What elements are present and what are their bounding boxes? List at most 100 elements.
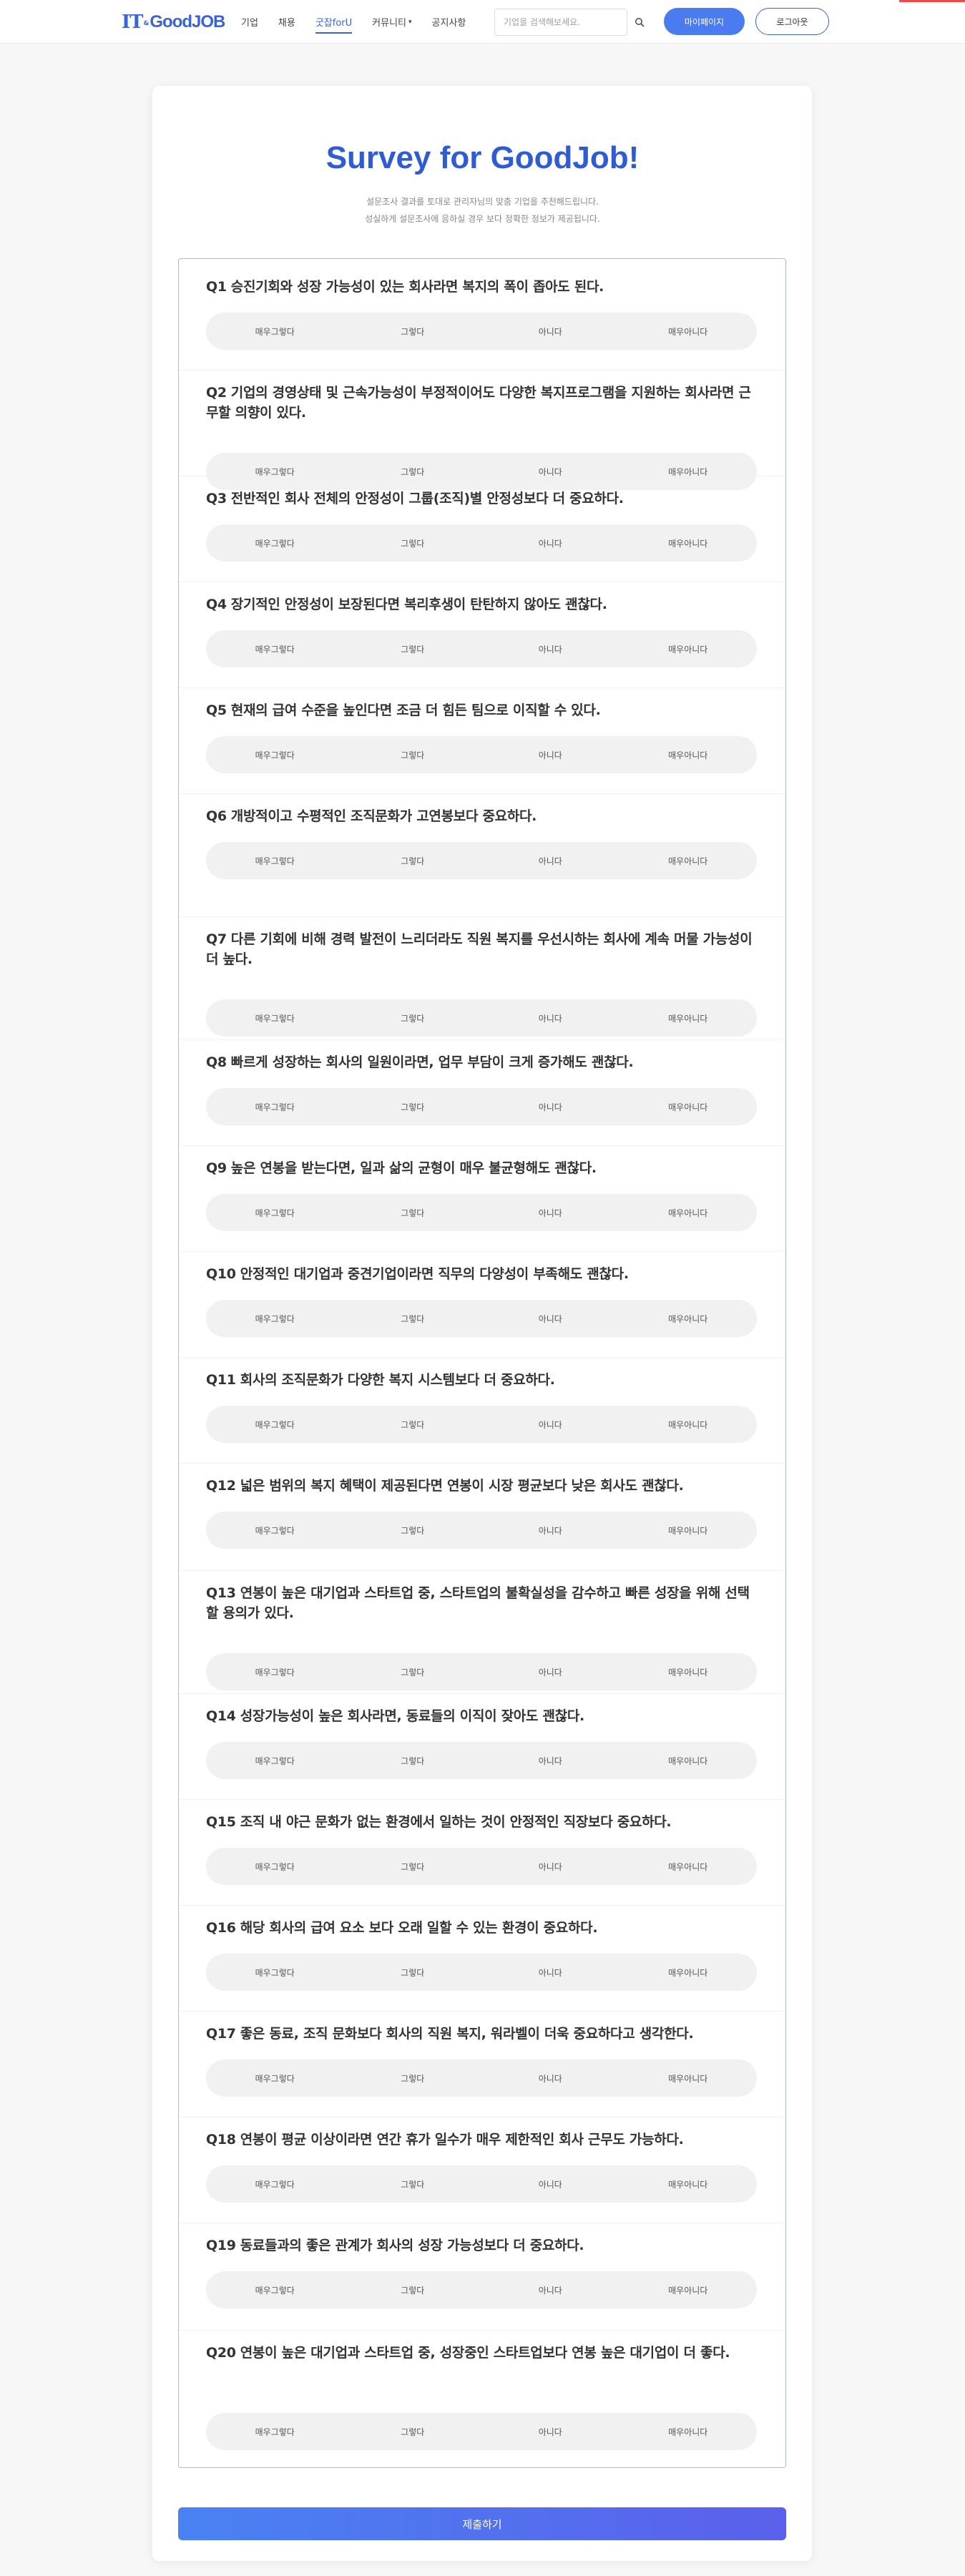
answer-option[interactable]: 아니다 <box>481 2413 619 2450</box>
answer-option[interactable]: 매우아니다 <box>619 1088 758 1125</box>
logo[interactable]: IT & GoodJOB <box>122 10 225 34</box>
search-button[interactable] <box>632 14 647 30</box>
answer-option[interactable]: 매우아니다 <box>619 1512 758 1549</box>
answer-option[interactable]: 매우아니다 <box>619 1653 758 1690</box>
answer-option[interactable]: 그렇다 <box>344 1406 482 1443</box>
answer-option[interactable]: 매우아니다 <box>619 2413 758 2450</box>
answer-option[interactable]: 아니다 <box>481 1406 619 1443</box>
answer-option[interactable]: 아니다 <box>481 1742 619 1779</box>
answer-option[interactable]: 그렇다 <box>344 1954 482 1991</box>
answer-option[interactable]: 매우그렇다 <box>206 2165 344 2203</box>
answer-option[interactable]: 그렇다 <box>344 2413 482 2450</box>
answer-options: 매우그렇다 그렇다 아니다 매우아니다 <box>206 736 757 773</box>
answer-option[interactable]: 매우아니다 <box>619 1848 758 1885</box>
answer-option[interactable]: 그렇다 <box>344 524 482 562</box>
subtitle-line-2: 성실하게 설문조사에 응하실 경우 보다 정확한 정보가 제공됩니다. <box>365 214 600 224</box>
answer-option[interactable]: 매우아니다 <box>619 524 758 562</box>
logout-button[interactable]: 로그아웃 <box>755 8 829 35</box>
answer-option[interactable]: 그렇다 <box>344 1653 482 1690</box>
answer-option[interactable]: 아니다 <box>481 842 619 879</box>
answer-option[interactable]: 매우그렇다 <box>206 1406 344 1443</box>
answer-option[interactable]: 그렇다 <box>344 1088 482 1125</box>
answer-option[interactable]: 그렇다 <box>344 313 482 350</box>
answer-option[interactable]: 매우아니다 <box>619 2271 758 2308</box>
answer-option[interactable]: 아니다 <box>481 1512 619 1549</box>
answer-option[interactable]: 아니다 <box>481 313 619 350</box>
answer-option[interactable]: 매우그렇다 <box>206 842 344 879</box>
mypage-button[interactable]: 마이페이지 <box>664 8 745 35</box>
answer-option[interactable]: 아니다 <box>481 1300 619 1337</box>
answer-option[interactable]: 그렇다 <box>344 2060 482 2097</box>
answer-option[interactable]: 아니다 <box>481 1954 619 1991</box>
answer-option[interactable]: 매우그렇다 <box>206 1194 344 1231</box>
nav-goodjob-for-u[interactable]: 굿잡forU <box>315 0 353 44</box>
question-text: Q5 현재의 급여 수준을 높인다면 조금 더 힘든 팀으로 이직할 수 있다. <box>206 700 757 720</box>
answer-option[interactable]: 매우아니다 <box>619 1406 758 1443</box>
answer-option[interactable]: 매우아니다 <box>619 2165 758 2203</box>
nav-recruit[interactable]: 채용 <box>278 0 295 44</box>
answer-option[interactable]: 아니다 <box>481 2060 619 2097</box>
answer-option[interactable]: 매우그렇다 <box>206 524 344 562</box>
answer-option[interactable]: 아니다 <box>481 453 619 490</box>
answer-option[interactable]: 그렇다 <box>344 1300 482 1337</box>
answer-option[interactable]: 매우아니다 <box>619 842 758 879</box>
question-item: Q20 연봉이 높은 대기업과 스타트업 중, 성장중인 스타트업보다 연봉 높은… <box>206 2343 757 2450</box>
answer-option[interactable]: 그렇다 <box>344 842 482 879</box>
answer-option[interactable]: 아니다 <box>481 1194 619 1231</box>
answer-option[interactable]: 매우그렇다 <box>206 630 344 667</box>
answer-option[interactable]: 매우그렇다 <box>206 2060 344 2097</box>
answer-option[interactable]: 아니다 <box>481 524 619 562</box>
answer-option[interactable]: 매우아니다 <box>619 1742 758 1779</box>
answer-option[interactable]: 매우아니다 <box>619 999 758 1037</box>
answer-option[interactable]: 아니다 <box>481 1848 619 1885</box>
answer-option[interactable]: 아니다 <box>481 1653 619 1690</box>
answer-option[interactable]: 매우아니다 <box>619 2060 758 2097</box>
answer-option[interactable]: 매우그렇다 <box>206 2413 344 2450</box>
answer-option[interactable]: 매우그렇다 <box>206 1742 344 1779</box>
question-number: Q2 <box>206 385 227 401</box>
nav-company[interactable]: 기업 <box>241 0 258 44</box>
question-label: 좋은 동료, 조직 문화보다 회사의 직원 복지, 워라벨이 더욱 중요하다고 … <box>240 2026 694 2042</box>
answer-option[interactable]: 그렇다 <box>344 999 482 1037</box>
answer-option[interactable]: 매우아니다 <box>619 1194 758 1231</box>
answer-option[interactable]: 아니다 <box>481 999 619 1037</box>
search-input[interactable] <box>494 9 627 36</box>
answer-option[interactable]: 그렇다 <box>344 1742 482 1779</box>
nav-notice[interactable]: 공지사항 <box>432 0 466 44</box>
answer-option[interactable]: 매우그렇다 <box>206 1848 344 1885</box>
answer-option[interactable]: 아니다 <box>481 1088 619 1125</box>
answer-option[interactable]: 매우그렇다 <box>206 736 344 773</box>
answer-option[interactable]: 매우아니다 <box>619 630 758 667</box>
answer-options: 매우그렇다 그렇다 아니다 매우아니다 <box>206 2413 757 2450</box>
answer-option[interactable]: 매우그렇다 <box>206 1954 344 1991</box>
answer-options: 매우그렇다 그렇다 아니다 매우아니다 <box>206 1848 757 1885</box>
page-subtitle: 설문조사 결과를 토대로 관리자님의 맞춤 기업을 추천해드립니다. 성실하게 … <box>0 193 965 227</box>
answer-option[interactable]: 매우아니다 <box>619 1300 758 1337</box>
answer-option[interactable]: 아니다 <box>481 736 619 773</box>
answer-option[interactable]: 매우아니다 <box>619 453 758 490</box>
answer-option[interactable]: 그렇다 <box>344 453 482 490</box>
answer-option[interactable]: 그렇다 <box>344 1512 482 1549</box>
answer-option[interactable]: 매우아니다 <box>619 313 758 350</box>
submit-button[interactable]: 제출하기 <box>178 2507 786 2540</box>
answer-option[interactable]: 매우그렇다 <box>206 1088 344 1125</box>
answer-option[interactable]: 매우그렇다 <box>206 1300 344 1337</box>
answer-option[interactable]: 아니다 <box>481 2271 619 2308</box>
answer-option[interactable]: 매우그렇다 <box>206 1653 344 1690</box>
answer-option[interactable]: 매우그렇다 <box>206 1512 344 1549</box>
answer-option[interactable]: 그렇다 <box>344 1848 482 1885</box>
answer-option[interactable]: 매우아니다 <box>619 1954 758 1991</box>
answer-option[interactable]: 그렇다 <box>344 736 482 773</box>
nav-community[interactable]: 커뮤니티 ▾ <box>372 0 411 44</box>
answer-option[interactable]: 매우그렇다 <box>206 999 344 1037</box>
answer-option[interactable]: 아니다 <box>481 630 619 667</box>
answer-option[interactable]: 매우그렇다 <box>206 2271 344 2308</box>
answer-option[interactable]: 매우아니다 <box>619 736 758 773</box>
answer-option[interactable]: 그렇다 <box>344 630 482 667</box>
answer-option[interactable]: 그렇다 <box>344 1194 482 1231</box>
answer-option[interactable]: 매우그렇다 <box>206 453 344 490</box>
answer-option[interactable]: 아니다 <box>481 2165 619 2203</box>
answer-option[interactable]: 그렇다 <box>344 2165 482 2203</box>
answer-option[interactable]: 매우그렇다 <box>206 313 344 350</box>
answer-option[interactable]: 그렇다 <box>344 2271 482 2308</box>
